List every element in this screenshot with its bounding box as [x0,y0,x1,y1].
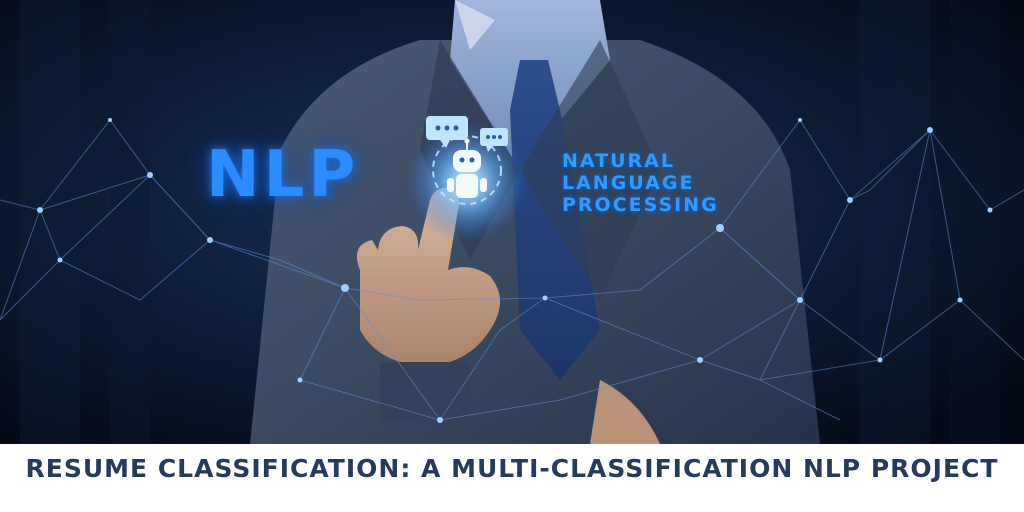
nlp-logo: NLP [206,138,360,212]
caption-title: RESUME CLASSIFICATION: A MULTI-CLASSIFIC… [25,454,999,483]
banner: NLP NATURAL LANGUAGE PROCESSING RESUME C… [0,0,1024,512]
nlp-word-natural: NATURAL [562,150,675,172]
nlp-expansion: NATURAL LANGUAGE PROCESSING [562,150,719,216]
nlp-word-processing: PROCESSING [562,194,719,216]
hero-illustration [0,0,1024,444]
nlp-word-language: LANGUAGE [562,172,695,194]
hero-image: NLP NATURAL LANGUAGE PROCESSING [0,0,1024,444]
